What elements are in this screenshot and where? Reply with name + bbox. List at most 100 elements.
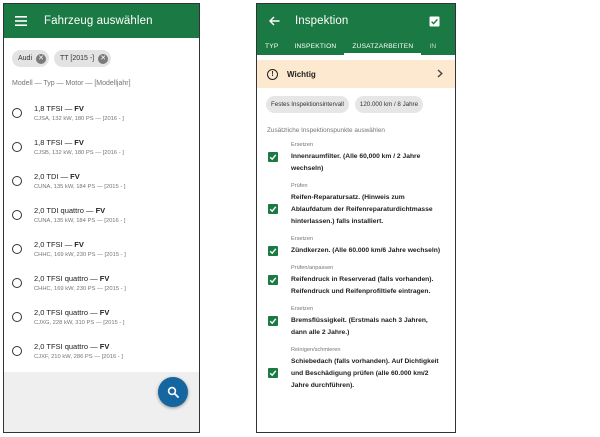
list-item[interactable]: 2,0 TFSI quattro — FV CHHC, 169 kW, 230 P… (4, 266, 199, 300)
item-category: Ersetzen (291, 306, 314, 312)
radio-button[interactable] (12, 244, 22, 254)
app-bar: Fahrzeug auswählen (4, 4, 199, 38)
check-icon (269, 248, 277, 255)
check-icon (269, 206, 277, 213)
vehicle-select-screen: Fahrzeug auswählen Audi ✕ TT [2015 -] ✕ … (3, 3, 200, 433)
radio-button[interactable] (12, 176, 22, 186)
vehicle-suffix: FV (99, 342, 110, 351)
close-icon[interactable]: ✕ (98, 53, 109, 64)
vehicle-model: 2,0 TFSI (34, 240, 63, 249)
vehicle-suffix: FV (74, 104, 84, 113)
checkbox[interactable] (268, 275, 278, 285)
filter-chips: Audi ✕ TT [2015 -] ✕ (12, 50, 112, 67)
check-icon (269, 318, 277, 325)
vehicle-model: 2,0 TFSI quattro (34, 274, 89, 283)
list-item[interactable]: Ersetzen Bremsflüssigkeit. (Erstmals nac… (257, 306, 455, 339)
checkbox[interactable] (268, 204, 278, 214)
checkbox[interactable] (268, 246, 278, 256)
vehicle-model: 2,0 TDI quattro (34, 206, 84, 215)
list-item[interactable]: 2,0 TDI — FV CUNA, 135 kW, 184 PS — [2015… (4, 164, 199, 198)
item-text: Schiebedach (falls vorhanden). Auf Dicht… (291, 358, 439, 389)
list-item[interactable]: 2,0 TFSI quattro — FV CJXG, 228 kW, 310 P… (4, 300, 199, 334)
filter-chip[interactable]: TT [2015 -] ✕ (54, 50, 112, 67)
tab-bar: TYP INSPEKTION ZUSATZARBEITEN IN (257, 38, 455, 55)
page-title: Inspektion (295, 15, 349, 27)
chip-label: TT [2015 -] (60, 55, 95, 62)
item-category: Reinigen/schmieren (291, 347, 341, 353)
item-text: Reifendruck in Reserverad (falls vorhand… (291, 276, 434, 295)
checkbox[interactable] (268, 316, 278, 326)
check-icon (269, 370, 277, 377)
chip-label: Audi (18, 55, 33, 62)
chevron-right-icon (437, 69, 443, 78)
warning-label: Wichtig (287, 69, 316, 79)
radio-button[interactable] (12, 142, 22, 152)
list-item[interactable]: 2,0 TDI quattro — FV CUNA, 135 kW, 184 PS… (4, 198, 199, 232)
radio-button[interactable] (12, 312, 22, 322)
section-subheader: Zusätzliche Inspektionspunkte auswählen (267, 127, 385, 134)
tab-next[interactable]: IN (421, 38, 444, 55)
vehicle-list: 1,8 TFSI — FV CJSA, 132 kW, 180 PS — [201… (4, 96, 199, 368)
close-icon[interactable]: ✕ (36, 53, 47, 64)
vehicle-model: 1,8 TFSI (34, 104, 63, 113)
list-item[interactable]: Ersetzen Zündkerzen. (Alle 60.000 km/6 J… (257, 236, 455, 257)
list-item[interactable]: Ersetzen Innenraumfilter. (Alle 60,000 k… (257, 142, 455, 175)
checklist-icon[interactable] (417, 4, 451, 38)
radio-button[interactable] (12, 210, 22, 220)
interval-chips: Festes Inspektionsintervall 120.000 km /… (266, 96, 424, 113)
item-text: Reifen-Reparatursatz. (Hinweis zum Ablau… (291, 194, 433, 225)
tab-zusatzarbeiten[interactable]: ZUSATZARBEITEN (344, 38, 422, 55)
list-header: Modell — Typ — Motor — [Modelljahr] (12, 80, 131, 87)
search-icon (167, 386, 179, 398)
radio-button[interactable] (12, 278, 22, 288)
list-item[interactable]: 2,0 TFSI quattro — FV CJXF, 210 kW, 286 P… (4, 334, 199, 368)
filter-chip[interactable]: Audi ✕ (12, 50, 50, 67)
list-item[interactable]: Prüfen/anpassen Reifendruck in Reservera… (257, 265, 455, 298)
tab-typ[interactable]: TYP (257, 38, 286, 55)
vehicle-details: CUNA, 135 kW, 184 PS — [2015 - ] (34, 184, 126, 190)
checkbox[interactable] (268, 152, 278, 162)
exclamation-circle-icon: ! (267, 68, 278, 80)
list-item[interactable]: 2,0 TFSI — FV CHHC, 169 kW, 230 PS — [201… (4, 232, 199, 266)
list-item[interactable]: 1,8 TFSI — FV CJSA, 132 kW, 180 PS — [201… (4, 96, 199, 130)
item-category: Prüfen (291, 183, 308, 189)
vehicle-suffix: FV (74, 138, 84, 147)
vehicle-details: CJSA, 132 kW, 180 PS — [2016 - ] (34, 116, 124, 122)
vehicle-details: CUNA, 135 kW, 184 PS — [2016 - ] (34, 218, 126, 224)
radio-button[interactable] (12, 108, 22, 118)
vehicle-suffix: FV (99, 274, 110, 283)
list-item[interactable]: Prüfen Reifen-Reparatursatz. (Hinweis zu… (257, 183, 455, 228)
inspection-items: Ersetzen Innenraumfilter. (Alle 60,000 k… (257, 142, 455, 400)
vehicle-details: CJSB, 132 kW, 180 PS — [2016 - ] (34, 150, 124, 156)
vehicle-details: CJXF, 210 kW, 286 PS — [2016 - ] (34, 354, 123, 360)
vehicle-model: 2,0 TFSI quattro (34, 342, 89, 351)
check-icon (269, 277, 277, 284)
item-category: Prüfen/anpassen (291, 265, 334, 271)
search-button[interactable] (158, 377, 188, 407)
list-item[interactable]: 1,8 TFSI — FV CJSB, 132 kW, 180 PS — [201… (4, 130, 199, 164)
inspection-screen: Inspektion TYP INSPEKTION ZUSATZARBEITEN… (256, 3, 456, 433)
interval-chip[interactable]: 120.000 km / 8 Jahre (354, 96, 424, 113)
tab-inspektion[interactable]: INSPEKTION (286, 38, 344, 55)
vehicle-suffix: FV (70, 172, 80, 181)
vehicle-details: CJXG, 228 kW, 310 PS — [2015 - ] (34, 320, 125, 326)
vehicle-suffix: FV (99, 308, 110, 317)
item-category: Ersetzen (291, 142, 314, 148)
app-bar: Inspektion (257, 4, 455, 38)
vehicle-suffix: FV (95, 206, 106, 215)
checkbox[interactable] (268, 368, 278, 378)
menu-icon[interactable] (4, 4, 38, 38)
vehicle-model: 2,0 TFSI quattro (34, 308, 89, 317)
list-item[interactable]: Reinigen/schmieren Schiebedach (falls vo… (257, 347, 455, 392)
check-icon (269, 154, 277, 161)
vehicle-model: 1,8 TFSI (34, 138, 63, 147)
item-text: Innenraumfilter. (Alle 60,000 km / 2 Jah… (291, 153, 421, 172)
vehicle-model: 2,0 TDI (34, 172, 59, 181)
arrow-back-icon[interactable] (257, 4, 291, 38)
item-text: Bremsflüssigkeit. (Erstmals nach 3 Jahre… (291, 317, 428, 336)
interval-chip[interactable]: Festes Inspektionsintervall (266, 96, 349, 113)
item-text: Zündkerzen. (Alle 60.000 km/6 Jahre wech… (291, 247, 441, 254)
vehicle-details: CHHC, 169 kW, 230 PS — [2015 - ] (34, 252, 126, 258)
warning-banner[interactable]: ! Wichtig (257, 60, 455, 88)
radio-button[interactable] (12, 346, 22, 356)
